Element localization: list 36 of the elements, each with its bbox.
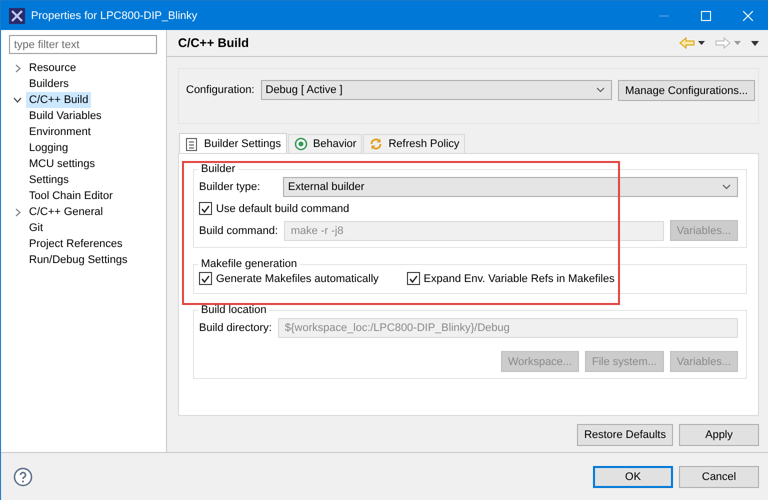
tree-item[interactable]: Resource [26, 60, 80, 76]
apply-button[interactable]: Apply [679, 424, 759, 446]
group-title: Build location [200, 304, 268, 316]
tree-item[interactable]: C/C++ Build [26, 92, 92, 108]
tree-item[interactable]: Settings [26, 172, 72, 188]
tree-item[interactable]: Git [26, 220, 46, 236]
tree-item[interactable]: Run/Debug Settings [26, 252, 130, 268]
tree-item[interactable]: Build Variables [26, 108, 105, 124]
tree-item[interactable]: Logging [26, 140, 72, 156]
checkbox-label: Use default build command [216, 202, 350, 214]
checkbox-label: Generate Makefiles automatically [216, 272, 379, 284]
tree-item[interactable]: Tool Chain Editor [26, 188, 116, 204]
page-title: C/C++ Build [178, 36, 249, 50]
tab[interactable]: Builder Settings [179, 133, 288, 153]
ok-button[interactable]: OK [593, 466, 673, 488]
tree-item[interactable]: Builders [26, 76, 72, 92]
builder-type-dropdown[interactable]: External builder [283, 177, 738, 197]
tab[interactable]: Refresh Policy [363, 134, 466, 153]
restore-defaults-button[interactable]: Restore Defaults [577, 424, 673, 446]
tree-item[interactable]: MCU settings [26, 156, 98, 172]
configuration-label: Configuration: [186, 83, 254, 98]
field-label: Build directory: [199, 322, 272, 334]
tree-item[interactable]: C/C++ General [26, 204, 106, 220]
manage-configurations-button[interactable]: Manage Configurations... [618, 80, 755, 101]
tab[interactable]: Behavior [288, 134, 362, 153]
checkbox-label: Expand Env. Variable Refs in Makefiles [424, 272, 615, 284]
configuration-dropdown[interactable]: Debug [ Active ] [260, 80, 612, 100]
cancel-button[interactable]: Cancel [679, 466, 759, 488]
tree-item[interactable]: Project References [26, 236, 126, 252]
field-label: Builder type: [199, 181, 262, 193]
filter-field[interactable]: type filter text [9, 35, 157, 54]
tree-item[interactable]: Environment [26, 124, 94, 140]
group-title: Builder [200, 163, 236, 175]
group-title: Makefile generation [200, 258, 298, 270]
window-title: Properties for LPC800-DIP_Blinky [31, 10, 198, 22]
field-label: Build command: [199, 224, 278, 236]
